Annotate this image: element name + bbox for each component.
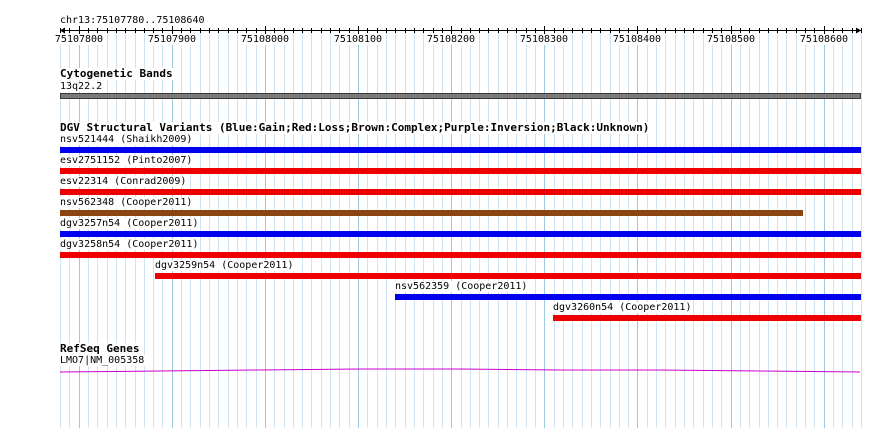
genome-browser: chr13:75107780..75108640 75107800 7510790… (0, 0, 890, 428)
gene-model[interactable] (0, 0, 890, 428)
gene-intron-line (59, 368, 861, 373)
